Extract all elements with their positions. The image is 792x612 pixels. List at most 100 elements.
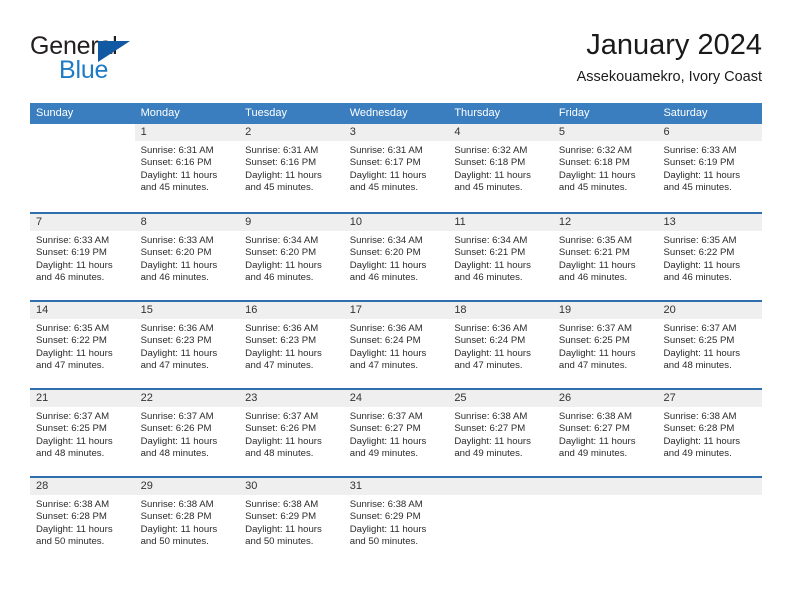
day-cell-10[interactable]: 10 Sunrise: 6:34 AM Sunset: 6:20 PM Dayl… — [343, 214, 449, 300]
sunset-text: Sunset: 6:25 PM — [558, 335, 630, 347]
sunset-text: Sunset: 6:22 PM — [663, 247, 735, 259]
day-info: Sunrise: 6:38 AM Sunset: 6:28 PM Dayligh… — [657, 407, 762, 461]
sunset-text: Sunset: 6:23 PM — [245, 335, 317, 347]
day-cell-21[interactable]: 21 Sunrise: 6:37 AM Sunset: 6:25 PM Dayl… — [30, 390, 135, 476]
day-cell-13[interactable]: 13 Sunrise: 6:35 AM Sunset: 6:22 PM Dayl… — [657, 214, 763, 300]
day-number: 1 — [134, 124, 240, 141]
day-cell-14[interactable]: 14 Sunrise: 6:35 AM Sunset: 6:22 PM Dayl… — [30, 302, 135, 388]
day-cell-26[interactable]: 26 Sunrise: 6:38 AM Sunset: 6:27 PM Dayl… — [552, 390, 658, 476]
day-cell-23[interactable]: 23 Sunrise: 6:37 AM Sunset: 6:26 PM Dayl… — [239, 390, 344, 476]
day-number — [448, 478, 553, 495]
weekday-header-monday: Monday — [140, 107, 180, 119]
sunset-text: Sunset: 6:29 PM — [349, 511, 421, 523]
day-cell-27[interactable]: 27 Sunrise: 6:38 AM Sunset: 6:28 PM Dayl… — [657, 390, 763, 476]
day-info: Sunrise: 6:34 AM Sunset: 6:20 PM Dayligh… — [344, 231, 449, 285]
sunset-text: Sunset: 6:18 PM — [454, 157, 526, 169]
daylight-text: Daylight: 11 hours and 46 minutes. — [349, 259, 427, 284]
day-number: 30 — [239, 478, 344, 495]
day-number: 7 — [30, 214, 135, 231]
day-cell-16[interactable]: 16 Sunrise: 6:36 AM Sunset: 6:23 PM Dayl… — [239, 302, 344, 388]
day-cell-8[interactable]: 8 Sunrise: 6:33 AM Sunset: 6:20 PM Dayli… — [134, 214, 240, 300]
day-info: Sunrise: 6:37 AM Sunset: 6:25 PM Dayligh… — [657, 319, 762, 373]
daylight-text: Daylight: 11 hours and 45 minutes. — [245, 169, 322, 194]
week-row: 21 Sunrise: 6:37 AM Sunset: 6:25 PM Dayl… — [30, 388, 763, 476]
day-cell-1[interactable]: 1 Sunrise: 6:31 AM Sunset: 6:16 PM Dayli… — [134, 124, 240, 212]
sunset-text: Sunset: 6:20 PM — [140, 247, 212, 259]
day-number: 19 — [552, 302, 658, 319]
day-number: 5 — [552, 124, 658, 141]
sunset-text: Sunset: 6:25 PM — [36, 423, 107, 435]
day-number: 22 — [134, 390, 240, 407]
day-cell-25[interactable]: 25 Sunrise: 6:38 AM Sunset: 6:27 PM Dayl… — [448, 390, 553, 476]
sunrise-text: Sunrise: 6:37 AM — [36, 411, 110, 422]
sunrise-text: Sunrise: 6:38 AM — [663, 411, 737, 422]
daylight-text: Daylight: 11 hours and 49 minutes. — [663, 435, 741, 460]
sunrise-text: Sunrise: 6:36 AM — [140, 323, 214, 334]
sunrise-text: Sunrise: 6:37 AM — [663, 323, 737, 334]
day-info: Sunrise: 6:35 AM Sunset: 6:21 PM Dayligh… — [553, 231, 658, 285]
general-blue-logo[interactable]: General Blue — [30, 32, 150, 88]
day-cell-5[interactable]: 5 Sunrise: 6:32 AM Sunset: 6:18 PM Dayli… — [552, 124, 658, 212]
day-cell-24[interactable]: 24 Sunrise: 6:37 AM Sunset: 6:27 PM Dayl… — [343, 390, 449, 476]
sunrise-text: Sunrise: 6:37 AM — [140, 411, 214, 422]
day-info: Sunrise: 6:32 AM Sunset: 6:18 PM Dayligh… — [448, 141, 553, 195]
daylight-text: Daylight: 11 hours and 46 minutes. — [454, 259, 531, 284]
week-row: 1 Sunrise: 6:31 AM Sunset: 6:16 PM Dayli… — [30, 124, 763, 212]
day-info: Sunrise: 6:36 AM Sunset: 6:24 PM Dayligh… — [344, 319, 449, 373]
day-cell-18[interactable]: 18 Sunrise: 6:36 AM Sunset: 6:24 PM Dayl… — [448, 302, 553, 388]
day-number — [552, 478, 658, 495]
day-cell-11[interactable]: 11 Sunrise: 6:34 AM Sunset: 6:21 PM Dayl… — [448, 214, 553, 300]
day-info: Sunrise: 6:31 AM Sunset: 6:17 PM Dayligh… — [344, 141, 449, 195]
day-cell-22[interactable]: 22 Sunrise: 6:37 AM Sunset: 6:26 PM Dayl… — [134, 390, 240, 476]
sunset-text: Sunset: 6:28 PM — [36, 511, 107, 523]
day-number: 15 — [134, 302, 240, 319]
sunset-text: Sunset: 6:21 PM — [558, 247, 630, 259]
day-number: 12 — [552, 214, 658, 231]
sunrise-text: Sunrise: 6:31 AM — [140, 145, 214, 156]
day-number: 29 — [134, 478, 240, 495]
day-number: 13 — [657, 214, 763, 231]
day-cell-28[interactable]: 28 Sunrise: 6:38 AM Sunset: 6:28 PM Dayl… — [30, 478, 135, 564]
daylight-text: Daylight: 11 hours and 49 minutes. — [454, 435, 531, 460]
day-cell-20[interactable]: 20 Sunrise: 6:37 AM Sunset: 6:25 PM Dayl… — [657, 302, 763, 388]
day-number: 25 — [448, 390, 553, 407]
day-cell-2[interactable]: 2 Sunrise: 6:31 AM Sunset: 6:16 PM Dayli… — [239, 124, 344, 212]
day-cell-31[interactable]: 31 Sunrise: 6:38 AM Sunset: 6:29 PM Dayl… — [343, 478, 449, 564]
sunset-text: Sunset: 6:22 PM — [36, 335, 107, 347]
day-cell-empty — [657, 478, 763, 564]
daylight-text: Daylight: 11 hours and 47 minutes. — [140, 347, 218, 372]
daylight-text: Daylight: 11 hours and 47 minutes. — [36, 347, 113, 372]
sunrise-text: Sunrise: 6:38 AM — [140, 499, 214, 510]
day-info: Sunrise: 6:34 AM Sunset: 6:21 PM Dayligh… — [448, 231, 553, 285]
day-info: Sunrise: 6:38 AM Sunset: 6:28 PM Dayligh… — [135, 495, 240, 549]
sunset-text: Sunset: 6:25 PM — [663, 335, 735, 347]
day-cell-9[interactable]: 9 Sunrise: 6:34 AM Sunset: 6:20 PM Dayli… — [239, 214, 344, 300]
day-cell-19[interactable]: 19 Sunrise: 6:37 AM Sunset: 6:25 PM Dayl… — [552, 302, 658, 388]
day-number: 14 — [30, 302, 135, 319]
day-number: 16 — [239, 302, 344, 319]
sunrise-text: Sunrise: 6:32 AM — [558, 145, 632, 156]
day-cell-12[interactable]: 12 Sunrise: 6:35 AM Sunset: 6:21 PM Dayl… — [552, 214, 658, 300]
day-cell-30[interactable]: 30 Sunrise: 6:38 AM Sunset: 6:29 PM Dayl… — [239, 478, 344, 564]
daylight-text: Daylight: 11 hours and 45 minutes. — [663, 169, 741, 194]
sunrise-text: Sunrise: 6:36 AM — [245, 323, 319, 334]
sunset-text: Sunset: 6:29 PM — [245, 511, 317, 523]
sunrise-text: Sunrise: 6:35 AM — [36, 323, 110, 334]
day-cell-15[interactable]: 15 Sunrise: 6:36 AM Sunset: 6:23 PM Dayl… — [134, 302, 240, 388]
day-info: Sunrise: 6:37 AM Sunset: 6:27 PM Dayligh… — [344, 407, 449, 461]
day-info: Sunrise: 6:34 AM Sunset: 6:20 PM Dayligh… — [239, 231, 344, 285]
day-cell-29[interactable]: 29 Sunrise: 6:38 AM Sunset: 6:28 PM Dayl… — [134, 478, 240, 564]
day-cell-3[interactable]: 3 Sunrise: 6:31 AM Sunset: 6:17 PM Dayli… — [343, 124, 449, 212]
day-cell-17[interactable]: 17 Sunrise: 6:36 AM Sunset: 6:24 PM Dayl… — [343, 302, 449, 388]
day-info: Sunrise: 6:31 AM Sunset: 6:16 PM Dayligh… — [135, 141, 240, 195]
day-cell-6[interactable]: 6 Sunrise: 6:33 AM Sunset: 6:19 PM Dayli… — [657, 124, 763, 212]
day-cell-4[interactable]: 4 Sunrise: 6:32 AM Sunset: 6:18 PM Dayli… — [448, 124, 553, 212]
sunset-text: Sunset: 6:19 PM — [36, 247, 107, 259]
day-info: Sunrise: 6:35 AM Sunset: 6:22 PM Dayligh… — [30, 319, 135, 373]
daylight-text: Daylight: 11 hours and 47 minutes. — [454, 347, 531, 372]
title-block: January 2024 Assekouamekro, Ivory Coast — [577, 28, 762, 86]
page-header: General Blue January 2024 Assekouamekro,… — [30, 28, 762, 90]
day-number: 18 — [448, 302, 553, 319]
day-cell-7[interactable]: 7 Sunrise: 6:33 AM Sunset: 6:19 PM Dayli… — [30, 214, 135, 300]
weekday-header-thursday: Thursday — [454, 107, 501, 119]
